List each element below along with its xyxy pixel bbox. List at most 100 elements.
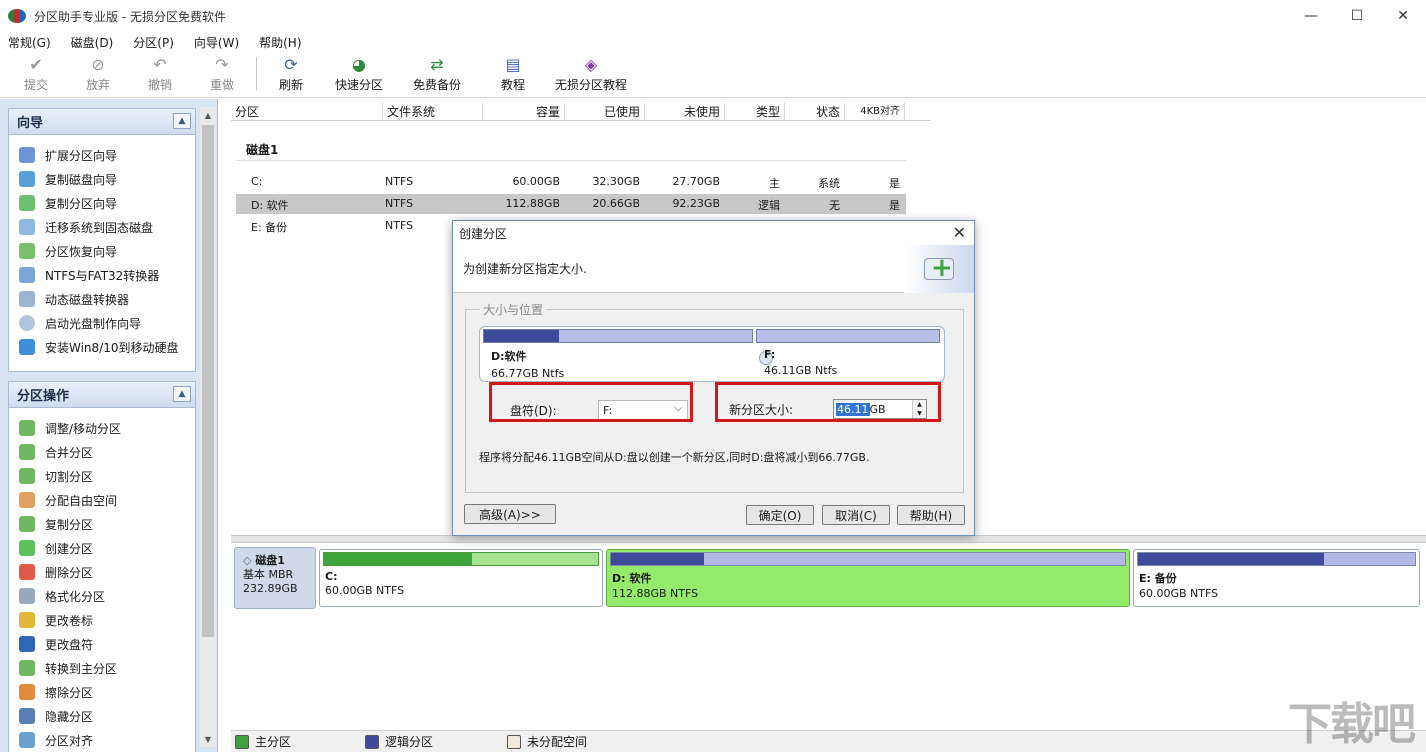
- migrate-icon: [19, 219, 35, 235]
- op-wipe[interactable]: 擦除分区: [9, 680, 195, 704]
- undo-icon: ↶: [153, 54, 167, 74]
- submit-button[interactable]: ✔ 提交: [14, 51, 58, 93]
- op-resize-move[interactable]: 调整/移动分区: [9, 416, 195, 440]
- partition-block-e[interactable]: E: 备份 60.00GB NTFS: [1133, 549, 1420, 607]
- redo-button[interactable]: ↷ 重做: [200, 51, 244, 93]
- cell: D: 软件: [251, 199, 289, 212]
- wizard-item-recovery[interactable]: 分区恢复向导: [9, 239, 195, 263]
- op-allocate-free[interactable]: 分配自由空间: [9, 488, 195, 512]
- ok-button[interactable]: 确定(O): [746, 505, 814, 525]
- ops-group-header: 分区操作 ▲: [9, 382, 195, 408]
- help-button[interactable]: 帮助(H): [897, 505, 965, 525]
- refresh-button[interactable]: ⟳ 刷新: [269, 51, 313, 93]
- free-backup-button[interactable]: ⇄ 免费备份: [405, 51, 469, 93]
- window-title: 分区助手专业版 - 无损分区免费软件: [34, 9, 226, 24]
- col-unused[interactable]: 未使用: [645, 103, 725, 121]
- scroll-up-icon[interactable]: ▲: [200, 107, 216, 123]
- wizard-item-label: 动态磁盘转换器: [45, 292, 130, 307]
- col-type[interactable]: 类型: [725, 103, 785, 121]
- quick-partition-button[interactable]: ◕ 快速分区: [327, 51, 391, 93]
- op-label: 删除分区: [45, 565, 94, 580]
- op-split[interactable]: 切割分区: [9, 464, 195, 488]
- allocate-icon: [19, 492, 35, 508]
- col-capacity[interactable]: 容量: [483, 103, 565, 121]
- group-label: 大小与位置: [480, 301, 547, 318]
- col-partition[interactable]: 分区: [231, 103, 383, 121]
- op-create[interactable]: 创建分区: [9, 536, 195, 560]
- wizard-item-win-to-go[interactable]: 安装Win8/10到移动硬盘: [9, 335, 195, 359]
- col-status[interactable]: 状态: [785, 103, 845, 121]
- logical-swatch-icon: [365, 734, 380, 749]
- menu-general[interactable]: 常规(G): [8, 34, 51, 51]
- op-copy[interactable]: 复制分区: [9, 512, 195, 536]
- wizard-item-ntfs-fat32[interactable]: NTFS与FAT32转换器: [9, 263, 195, 287]
- discard-icon: ⊘: [91, 54, 105, 74]
- menu-help[interactable]: 帮助(H): [259, 34, 301, 51]
- op-merge[interactable]: 合并分区: [9, 440, 195, 464]
- pane-splitter[interactable]: [231, 535, 1426, 543]
- wizard-item-label: 分区恢复向导: [45, 244, 118, 259]
- op-delete[interactable]: 删除分区: [9, 560, 195, 584]
- op-convert-primary[interactable]: 转换到主分区: [9, 656, 195, 680]
- col-used[interactable]: 已使用: [565, 103, 645, 121]
- maximize-button[interactable]: ☐: [1334, 0, 1380, 32]
- app-logo-icon: [8, 9, 26, 23]
- table-header: 分区 文件系统 容量 已使用 未使用 类型 状态 4KB对齐: [231, 103, 931, 121]
- label-icon: [19, 612, 35, 628]
- partition-block-c[interactable]: C: 60.00GB NTFS: [319, 549, 603, 607]
- wizard-item-extend[interactable]: 扩展分区向导: [9, 143, 195, 167]
- op-change-letter[interactable]: 更改盘符: [9, 632, 195, 656]
- preview-right-partition: F: 46.11GB Ntfs: [756, 329, 940, 381]
- wizard-item-copy-partition[interactable]: 复制分区向导: [9, 191, 195, 215]
- wipe-icon: [19, 684, 35, 700]
- wizard-item-dynamic-disk[interactable]: 动态磁盘转换器: [9, 287, 195, 311]
- left-scrollbar[interactable]: ▲ ▼: [200, 107, 216, 747]
- partition-block-d[interactable]: D: 软件 112.88GB NTFS: [606, 549, 1130, 607]
- collapse-icon[interactable]: ▲: [173, 113, 191, 129]
- ops-group: 分区操作 ▲ 调整/移动分区 合并分区 切割分区 分配自由空间 复制分区 创建分…: [8, 381, 196, 752]
- quick-partition-icon: ◕: [352, 54, 366, 74]
- close-button[interactable]: ✕: [1380, 0, 1426, 32]
- undo-button[interactable]: ↶ 撤销: [138, 51, 182, 93]
- table-row-selected[interactable]: D: 软件 NTFS 112.88GB 20.66GB 92.23GB 逻辑 无…: [236, 194, 906, 214]
- right-partition-name: F:: [764, 348, 776, 361]
- discard-button[interactable]: ⊘ 放弃: [76, 51, 120, 93]
- scroll-thumb[interactable]: [202, 125, 214, 637]
- wizard-item-boot-cd[interactable]: 启动光盘制作向导: [9, 311, 195, 335]
- op-hide[interactable]: 隐藏分区: [9, 704, 195, 728]
- left-partition-name: D:软件: [491, 350, 527, 363]
- table-row[interactable]: C: NTFS 60.00GB 32.30GB 27.70GB 主 系统 是: [236, 172, 906, 192]
- checkmark-icon: ✔: [29, 54, 43, 74]
- hide-icon: [19, 708, 35, 724]
- menu-wizard[interactable]: 向导(W): [194, 34, 239, 51]
- cell: 20.66GB: [592, 197, 640, 210]
- wizard-item-copy-disk[interactable]: 复制磁盘向导: [9, 167, 195, 191]
- tutorial-button[interactable]: ▤ 教程: [491, 51, 535, 93]
- col-4k-align[interactable]: 4KB对齐: [845, 103, 905, 121]
- collapse-icon[interactable]: ▲: [173, 386, 191, 402]
- op-change-label[interactable]: 更改卷标: [9, 608, 195, 632]
- cancel-button[interactable]: 取消(C): [822, 505, 890, 525]
- legend-label: 逻辑分区: [385, 735, 434, 749]
- size-position-group: 大小与位置 D:软件 66.77GB Ntfs F: 46.11GB Ntfs …: [465, 301, 964, 493]
- dialog-close-icon[interactable]: ✕: [953, 223, 966, 242]
- op-format[interactable]: 格式化分区: [9, 584, 195, 608]
- partition-name: C:: [325, 570, 338, 583]
- usage-bar: [610, 552, 1126, 566]
- menu-disk[interactable]: 磁盘(D): [71, 34, 114, 51]
- title-bar: 分区助手专业版 - 无损分区免费软件 — ☐ ✕: [0, 0, 1426, 32]
- wizard-item-label: 安装Win8/10到移动硬盘: [45, 340, 179, 355]
- submit-label: 提交: [23, 78, 48, 92]
- col-filesystem[interactable]: 文件系统: [383, 103, 483, 121]
- disk-info[interactable]: ◇ 磁盘1 基本 MBR 232.89GB: [234, 547, 316, 609]
- scroll-down-icon[interactable]: ▼: [200, 731, 216, 747]
- op-align[interactable]: 分区对齐: [9, 728, 195, 752]
- partition-name: E: 备份: [1139, 572, 1177, 585]
- advanced-button[interactable]: 高级(A)>>: [464, 504, 556, 524]
- lossless-tutorial-button[interactable]: ◈ 无损分区教程: [549, 51, 633, 93]
- wizard-item-migrate-ssd[interactable]: 迁移系统到固态磁盘: [9, 215, 195, 239]
- partition-info: 60.00GB NTFS: [1139, 587, 1219, 600]
- menu-partition[interactable]: 分区(P): [133, 34, 174, 51]
- minimize-button[interactable]: —: [1288, 0, 1334, 32]
- legend-primary: 主分区: [235, 733, 291, 750]
